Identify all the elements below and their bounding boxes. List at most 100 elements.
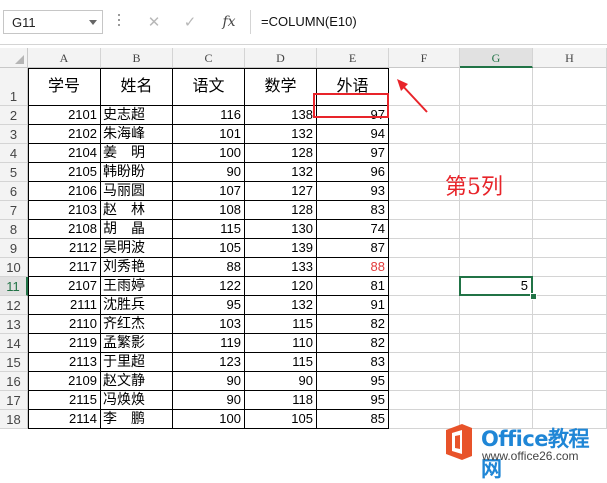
table-header-cell[interactable]: 语文 <box>173 68 245 106</box>
table-header-cell[interactable]: 数学 <box>245 68 317 106</box>
cell-b17[interactable]: 冯焕焕 <box>101 391 173 410</box>
cell-d14[interactable]: 110 <box>245 334 317 353</box>
row-header-10[interactable]: 10 <box>0 258 28 277</box>
cell-h16[interactable] <box>533 372 607 391</box>
cell-c5[interactable]: 90 <box>173 163 245 182</box>
cell-f16[interactable] <box>389 372 460 391</box>
column-header-a[interactable]: A <box>28 48 101 68</box>
cell-a7[interactable]: 2103 <box>28 201 101 220</box>
column-header-b[interactable]: B <box>101 48 173 68</box>
cell-c10[interactable]: 88 <box>173 258 245 277</box>
cell-e11[interactable]: 81 <box>317 277 389 296</box>
cell-d3[interactable]: 132 <box>245 125 317 144</box>
cell-e18[interactable]: 85 <box>317 410 389 429</box>
cell-a15[interactable]: 2113 <box>28 353 101 372</box>
cell-e10[interactable]: 88 <box>317 258 389 277</box>
cell-h11[interactable] <box>533 277 607 296</box>
cell-f17[interactable] <box>389 391 460 410</box>
cell-d4[interactable]: 128 <box>245 144 317 163</box>
cell-c18[interactable]: 100 <box>173 410 245 429</box>
cell-g13[interactable] <box>460 315 533 334</box>
row-header-18[interactable]: 18 <box>0 410 28 429</box>
row-header-7[interactable]: 7 <box>0 201 28 220</box>
cell-b16[interactable]: 赵文静 <box>101 372 173 391</box>
row-header-16[interactable]: 16 <box>0 372 28 391</box>
cell-e4[interactable]: 97 <box>317 144 389 163</box>
cell-h5[interactable] <box>533 163 607 182</box>
cell-e17[interactable]: 95 <box>317 391 389 410</box>
cell-g15[interactable] <box>460 353 533 372</box>
cell-b18[interactable]: 李 鹏 <box>101 410 173 429</box>
cell-c6[interactable]: 107 <box>173 182 245 201</box>
select-all-corner[interactable] <box>0 48 28 68</box>
cell-g3[interactable] <box>460 125 533 144</box>
table-header-cell[interactable]: 学号 <box>28 68 101 106</box>
row-header-4[interactable]: 4 <box>0 144 28 163</box>
cell-h1[interactable] <box>533 68 607 106</box>
cell-g14[interactable] <box>460 334 533 353</box>
cell-b9[interactable]: 吴明波 <box>101 239 173 258</box>
cell-b11[interactable]: 王雨婷 <box>101 277 173 296</box>
cell-h9[interactable] <box>533 239 607 258</box>
cell-b6[interactable]: 马丽圆 <box>101 182 173 201</box>
cell-a4[interactable]: 2104 <box>28 144 101 163</box>
name-box[interactable]: G11 <box>3 10 103 34</box>
row-header-14[interactable]: 14 <box>0 334 28 353</box>
cell-b12[interactable]: 沈胜兵 <box>101 296 173 315</box>
fill-handle[interactable] <box>530 293 537 300</box>
cell-h10[interactable] <box>533 258 607 277</box>
cell-g8[interactable] <box>460 220 533 239</box>
row-header-8[interactable]: 8 <box>0 220 28 239</box>
column-header-d[interactable]: D <box>245 48 317 68</box>
cell-h6[interactable] <box>533 182 607 201</box>
cell-c13[interactable]: 103 <box>173 315 245 334</box>
cell-c16[interactable]: 90 <box>173 372 245 391</box>
column-header-f[interactable]: F <box>389 48 460 68</box>
cell-b5[interactable]: 韩盼盼 <box>101 163 173 182</box>
cell-d5[interactable]: 132 <box>245 163 317 182</box>
cell-c15[interactable]: 123 <box>173 353 245 372</box>
cell-h2[interactable] <box>533 106 607 125</box>
cell-g4[interactable] <box>460 144 533 163</box>
cell-g10[interactable] <box>460 258 533 277</box>
cell-c7[interactable]: 108 <box>173 201 245 220</box>
chevron-down-icon[interactable] <box>89 20 97 25</box>
cell-a6[interactable]: 2106 <box>28 182 101 201</box>
column-header-h[interactable]: H <box>533 48 607 68</box>
cell-g7[interactable] <box>460 201 533 220</box>
cancel-icon[interactable]: ✕ <box>141 10 167 34</box>
cell-d7[interactable]: 128 <box>245 201 317 220</box>
cell-d18[interactable]: 105 <box>245 410 317 429</box>
checkmark-icon[interactable]: ✓ <box>177 10 203 34</box>
cell-d9[interactable]: 139 <box>245 239 317 258</box>
column-header-e[interactable]: E <box>317 48 389 68</box>
insert-function-icon[interactable]: fx <box>216 10 242 34</box>
cell-h17[interactable] <box>533 391 607 410</box>
cell-b13[interactable]: 齐红杰 <box>101 315 173 334</box>
cell-f11[interactable] <box>389 277 460 296</box>
cell-b2[interactable]: 史志超 <box>101 106 173 125</box>
row-header-17[interactable]: 17 <box>0 391 28 410</box>
cell-d17[interactable]: 118 <box>245 391 317 410</box>
cell-f14[interactable] <box>389 334 460 353</box>
cell-a18[interactable]: 2114 <box>28 410 101 429</box>
cell-d8[interactable]: 130 <box>245 220 317 239</box>
row-header-6[interactable]: 6 <box>0 182 28 201</box>
cell-f15[interactable] <box>389 353 460 372</box>
cell-d15[interactable]: 115 <box>245 353 317 372</box>
cell-g1[interactable] <box>460 68 533 106</box>
cell-d10[interactable]: 133 <box>245 258 317 277</box>
cell-c17[interactable]: 90 <box>173 391 245 410</box>
cell-b8[interactable]: 胡 晶 <box>101 220 173 239</box>
cell-b3[interactable]: 朱海峰 <box>101 125 173 144</box>
cell-a11[interactable]: 2107 <box>28 277 101 296</box>
row-header-2[interactable]: 2 <box>0 106 28 125</box>
cell-e14[interactable]: 82 <box>317 334 389 353</box>
cell-a13[interactable]: 2110 <box>28 315 101 334</box>
cell-e6[interactable]: 93 <box>317 182 389 201</box>
cell-f10[interactable] <box>389 258 460 277</box>
cell-h7[interactable] <box>533 201 607 220</box>
cell-f4[interactable] <box>389 144 460 163</box>
cell-b4[interactable]: 姜 明 <box>101 144 173 163</box>
cell-e8[interactable]: 74 <box>317 220 389 239</box>
